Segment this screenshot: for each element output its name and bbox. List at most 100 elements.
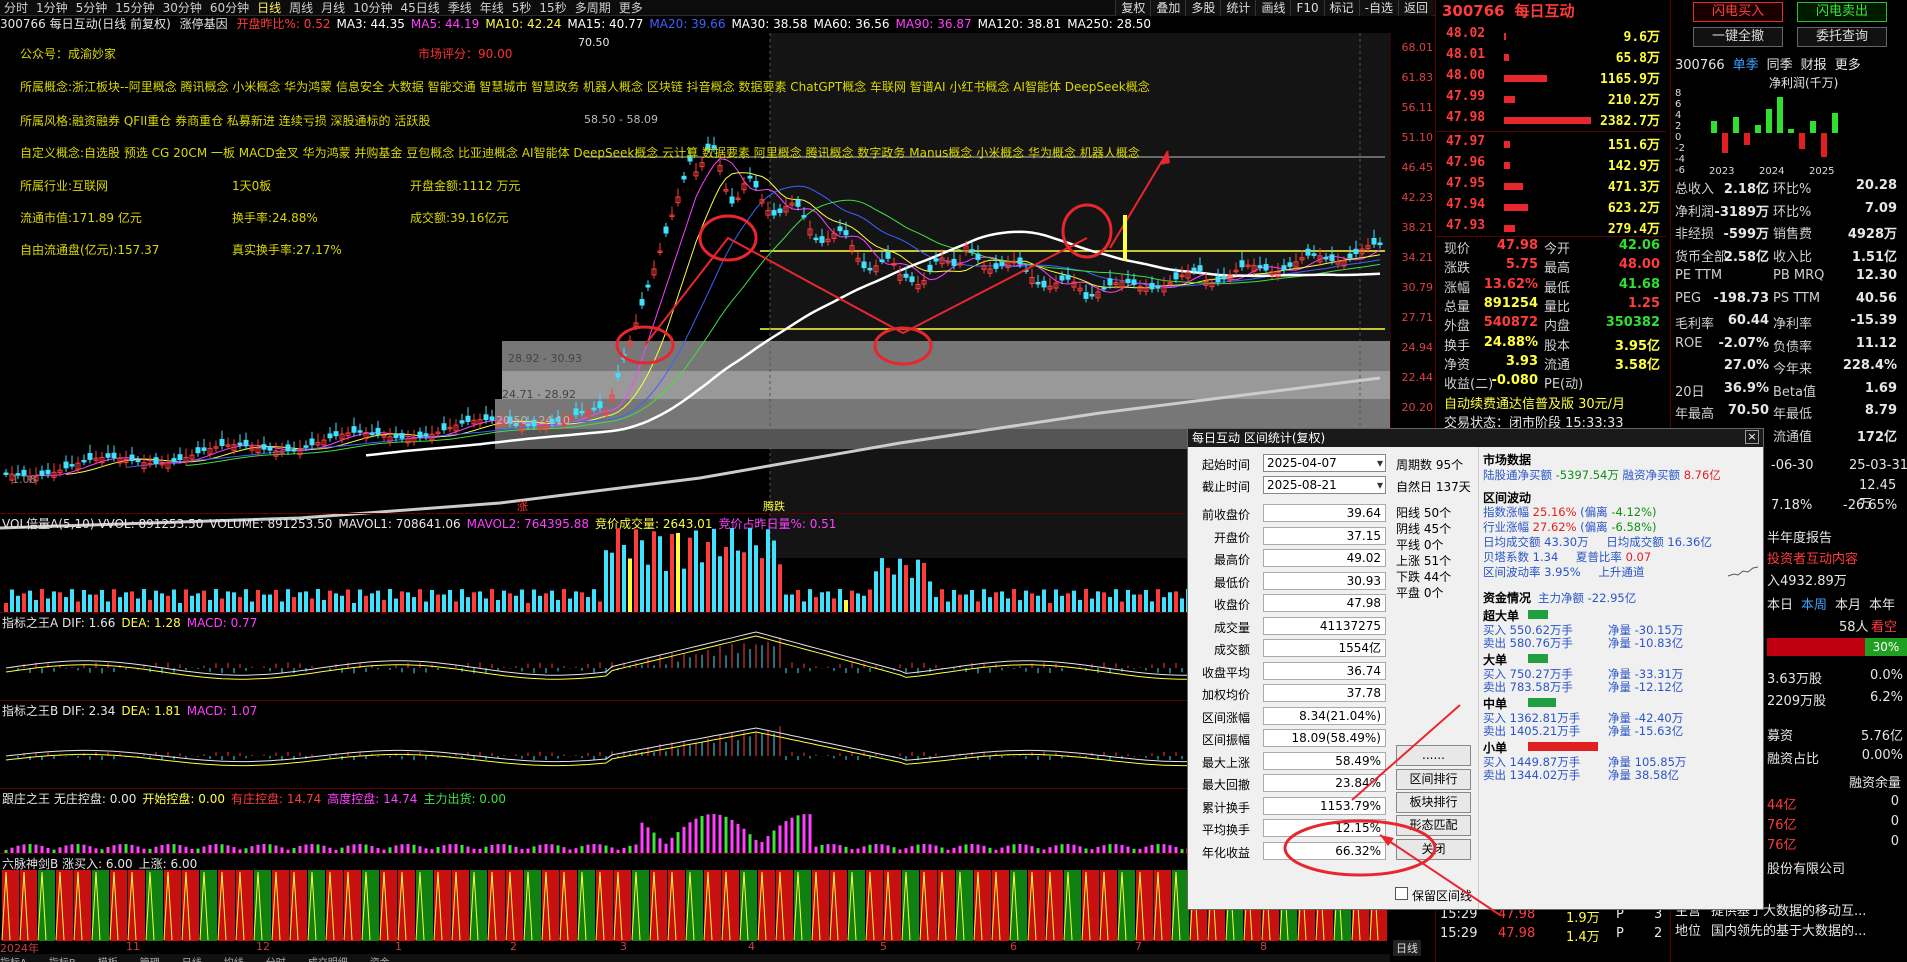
liumai-block [200,870,217,941]
wave-value: 0.07 [1625,550,1652,564]
period-tab[interactable]: 月线 [317,0,349,15]
bottom-tab[interactable]: 均线 [224,958,244,962]
period-tab[interactable]: 日线 [253,0,285,15]
cancel-all-button[interactable]: 一键全撤 [1693,27,1783,47]
bottom-tab[interactable]: 模板 [98,958,118,962]
candle-body [111,452,117,459]
chart-tool-button[interactable]: 多股 [1185,0,1221,16]
period-tab[interactable]: 15秒 [535,0,570,15]
zhuang-bar [688,822,692,854]
candle-body [1347,253,1353,259]
liumai-block [128,870,145,941]
legend-item: MA120: 38.81 [977,17,1062,31]
legend-item: 上涨: 6.00 [138,857,198,871]
flash-sell-button[interactable]: 闪电卖出 [1797,2,1887,22]
finance-tab[interactable]: 财报 [1801,58,1827,73]
period-tab[interactable]: 1分钟 [32,0,72,15]
candle-body [1329,254,1335,262]
volume-bar [604,550,608,613]
chart-tool-button[interactable]: 统计 [1220,0,1256,16]
chart-tool-button[interactable]: F10 [1290,0,1324,16]
volume-bar [154,590,158,613]
liumai-block [722,870,739,941]
keep-range-label: 保留区间线 [1412,889,1473,903]
finance-tab[interactable]: 更多 [1835,58,1861,73]
candle-body [489,416,495,421]
period-tab[interactable]: 5秒 [508,0,536,15]
free-float: 自由流通盘(亿元):157.37 [20,243,160,257]
period-tab[interactable]: 5分钟 [72,0,112,15]
finance-tab[interactable]: 300766 [1675,58,1725,73]
candle-body [351,426,357,433]
orderbook-bar [1504,54,1509,61]
finance-label: 年最高 [1675,407,1715,422]
stat-period-tab[interactable]: 本日 [1767,598,1793,613]
period-indicator[interactable]: 日线 [1393,940,1421,956]
candle-body [747,175,753,179]
volume-bar [418,589,422,613]
close-icon[interactable]: × [1745,430,1759,444]
period-tab[interactable]: 15分钟 [111,0,158,15]
wave-label: (偏离 [1580,520,1612,534]
candle-body [285,444,291,452]
volume-bar [952,589,956,613]
chart-tool-button[interactable]: 返回 [1397,0,1433,16]
chart-basis[interactable]: 涨停基因 [180,17,228,31]
period-tab[interactable]: 周线 [285,0,317,15]
chart-tool-button[interactable]: 叠加 [1150,0,1186,16]
liumai-block [2,870,19,941]
chart-tool-button[interactable]: -自选 [1358,0,1398,16]
band-label-bottom: 20.50 - 24.10 [496,414,570,427]
chart-tool-button[interactable]: 复权 [1115,0,1151,16]
fin-x-tick: 2024 [1759,166,1784,176]
quote-value: 3.95亿 [1614,338,1660,354]
stat-period-tab[interactable]: 本周 [1801,598,1827,613]
liumai-block [344,870,361,941]
chart-tool-button[interactable]: 画线 [1255,0,1291,16]
orderbook-price: 47.95 [1446,176,1486,191]
period-tab[interactable]: 分时 [0,0,32,15]
trend-sparkline [1728,566,1758,577]
finance-tab[interactable]: 同季 [1767,58,1793,73]
high-price-label: 70.50 [578,36,610,49]
flash-buy-button[interactable]: 闪电买入 [1693,2,1783,22]
volume-bar [898,558,902,613]
period-tab[interactable]: 60分钟 [206,0,253,15]
volume-bar [70,589,74,613]
order-query-button[interactable]: 委托查询 [1797,27,1887,47]
period-tab[interactable]: 年线 [476,0,508,15]
period-tab[interactable]: 30分钟 [159,0,206,15]
custom-concept-list: 自定义概念:自选股 预选 CG 20CM 一板 MACD金叉 华为鸿蒙 并购基金… [20,146,1140,160]
bottom-tab[interactable]: 日线 [182,958,202,962]
volume-bar [706,541,710,613]
liumai-block [1136,870,1153,941]
volume-bar [286,589,290,613]
period-tab[interactable]: 45日线 [396,0,443,15]
keep-range-checkbox[interactable] [1395,887,1408,900]
bottom-tab[interactable]: 分时 [266,958,286,962]
liumai-block [434,870,451,941]
bottom-tab[interactable]: 成交明细 [308,958,348,962]
liumai-block [506,870,523,941]
investor-link[interactable]: 投资者互动内容 [1767,548,1858,567]
period-tab[interactable]: 季线 [444,0,476,15]
period-tab[interactable]: 10分钟 [349,0,396,15]
ad-ticker[interactable]: 自动续费通达信普及版 30元/月 [1444,393,1625,412]
bottom-tab[interactable]: 指标B [49,958,76,962]
stat-period-tab[interactable]: 本年 [1869,598,1895,613]
bottom-tab[interactable]: 资金 [370,958,390,962]
volume-bar [832,598,836,613]
bottom-tab[interactable]: 管理 [140,958,160,962]
period-tab[interactable]: 多周期 [571,0,615,15]
finance-value: -2.07% [1718,335,1770,351]
report-link[interactable]: 半年度报告 [1767,527,1832,546]
volume-bar [1090,598,1094,613]
price-tick: 46.45 [1401,161,1434,174]
chart-tool-button[interactable]: 标记 [1323,0,1359,16]
stat-period-tab[interactable]: 本月 [1835,598,1861,613]
orderbook-price: 48.02 [1446,26,1486,41]
period-tab[interactable]: 更多 [615,0,647,15]
bottom-tab[interactable]: 指标A [0,958,27,962]
finance-tab[interactable]: 单季 [1733,58,1759,73]
bearish-tag[interactable]: 看空 [1871,616,1897,635]
